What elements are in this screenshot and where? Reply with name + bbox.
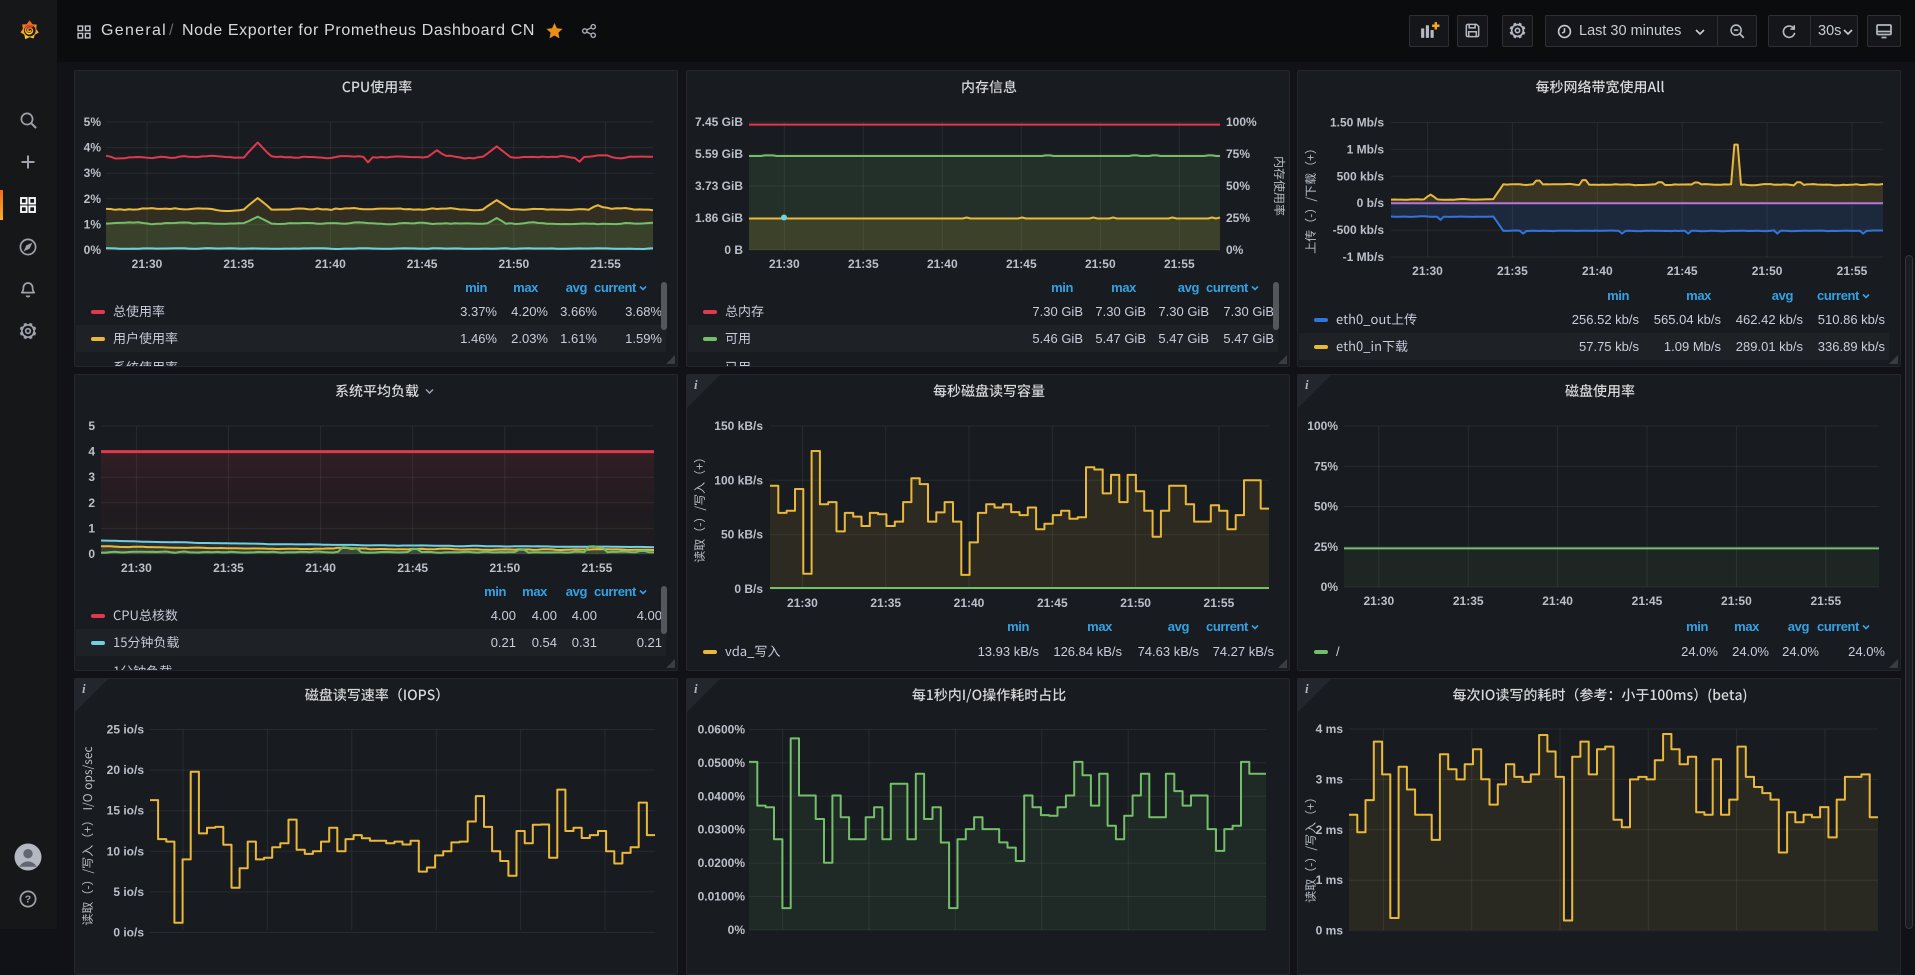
svg-text:21:55: 21:55: [582, 561, 613, 575]
svg-text:0.0300%: 0.0300%: [698, 823, 746, 837]
svg-text:21:40: 21:40: [315, 257, 346, 271]
svg-text:3 ms: 3 ms: [1316, 772, 1344, 786]
svg-text:0 B/s: 0 B/s: [734, 582, 763, 596]
svg-text:0: 0: [88, 547, 95, 561]
svg-text:21:55: 21:55: [1837, 264, 1868, 278]
svg-text:50%: 50%: [1314, 500, 1338, 514]
svg-text:21:50: 21:50: [1721, 594, 1752, 608]
svg-text:0%: 0%: [1321, 580, 1339, 594]
svg-text:21:50: 21:50: [498, 257, 529, 271]
svg-text:21:40: 21:40: [1582, 264, 1613, 278]
svg-text:10 io/s: 10 io/s: [107, 844, 145, 858]
svg-text:21:50: 21:50: [489, 561, 520, 575]
svg-text:21:55: 21:55: [1204, 596, 1235, 610]
svg-text:21:35: 21:35: [870, 596, 901, 610]
svg-text:21:30: 21:30: [787, 596, 818, 610]
svg-text:2 ms: 2 ms: [1316, 823, 1344, 837]
svg-text:21:35: 21:35: [213, 561, 244, 575]
svg-text:0.0600%: 0.0600%: [698, 723, 746, 737]
svg-text:-500 kb/s: -500 kb/s: [1333, 223, 1385, 237]
svg-text:21:45: 21:45: [1632, 594, 1663, 608]
svg-text:0%: 0%: [728, 923, 746, 937]
svg-text:500 kb/s: 500 kb/s: [1337, 169, 1385, 183]
svg-text:100 kB/s: 100 kB/s: [714, 473, 763, 487]
svg-text:5: 5: [88, 419, 95, 433]
svg-text:0.0200%: 0.0200%: [698, 856, 746, 870]
svg-text:1.86 GiB: 1.86 GiB: [695, 211, 743, 225]
svg-text:1%: 1%: [84, 217, 102, 231]
svg-text:21:55: 21:55: [590, 257, 621, 271]
svg-text:25%: 25%: [1314, 540, 1338, 554]
svg-text:4 ms: 4 ms: [1316, 722, 1344, 736]
svg-text:21:30: 21:30: [1363, 594, 1394, 608]
svg-text:0%: 0%: [1226, 243, 1244, 257]
svg-text:21:50: 21:50: [1752, 264, 1783, 278]
svg-text:?: ?: [25, 893, 31, 905]
svg-text:21:55: 21:55: [1164, 257, 1195, 271]
svg-text:100%: 100%: [1226, 115, 1257, 129]
svg-text:3%: 3%: [84, 166, 102, 180]
svg-text:5.59 GiB: 5.59 GiB: [695, 147, 743, 161]
svg-text:100%: 100%: [1307, 419, 1338, 433]
svg-text:0 B: 0 B: [724, 243, 743, 257]
svg-text:21:30: 21:30: [121, 561, 152, 575]
svg-text:3: 3: [88, 470, 95, 484]
svg-text:25 io/s: 25 io/s: [107, 723, 145, 737]
svg-text:0 b/s: 0 b/s: [1357, 196, 1385, 210]
svg-text:4%: 4%: [84, 141, 102, 155]
svg-text:21:45: 21:45: [1667, 264, 1698, 278]
svg-text:21:35: 21:35: [1497, 264, 1528, 278]
svg-text:2: 2: [88, 496, 95, 510]
svg-text:21:40: 21:40: [927, 257, 958, 271]
svg-text:21:40: 21:40: [954, 596, 985, 610]
svg-text:0.0400%: 0.0400%: [698, 789, 746, 803]
svg-text:21:55: 21:55: [1810, 594, 1841, 608]
svg-text:0 ms: 0 ms: [1316, 924, 1344, 938]
svg-text:0.0100%: 0.0100%: [698, 890, 746, 904]
svg-text:0%: 0%: [84, 243, 102, 257]
svg-text:5%: 5%: [84, 115, 102, 129]
svg-text:21:45: 21:45: [1037, 596, 1068, 610]
svg-text:7.45 GiB: 7.45 GiB: [695, 115, 743, 129]
svg-text:-1 Mb/s: -1 Mb/s: [1343, 250, 1385, 264]
svg-text:21:45: 21:45: [407, 257, 438, 271]
svg-text:25%: 25%: [1226, 211, 1250, 225]
svg-text:/: /: [1336, 644, 1340, 659]
svg-text:21:30: 21:30: [132, 257, 163, 271]
svg-text:21:30: 21:30: [769, 257, 800, 271]
svg-text:20 io/s: 20 io/s: [107, 763, 145, 777]
svg-text:21:40: 21:40: [1542, 594, 1573, 608]
svg-text:1.50 Mb/s: 1.50 Mb/s: [1330, 116, 1384, 130]
svg-text:150 kB/s: 150 kB/s: [714, 419, 763, 433]
svg-text:50 kB/s: 50 kB/s: [721, 528, 763, 542]
svg-text:0.0500%: 0.0500%: [698, 756, 746, 770]
svg-text:50%: 50%: [1226, 179, 1250, 193]
svg-text:21:50: 21:50: [1120, 596, 1151, 610]
svg-text:21:30: 21:30: [1412, 264, 1443, 278]
svg-text:2%: 2%: [84, 192, 102, 206]
svg-text:21:35: 21:35: [223, 257, 254, 271]
svg-text:21:35: 21:35: [1453, 594, 1484, 608]
svg-text:5 io/s: 5 io/s: [113, 885, 144, 899]
svg-text:1 Mb/s: 1 Mb/s: [1347, 142, 1385, 156]
svg-text:21:40: 21:40: [305, 561, 336, 575]
svg-text:15 io/s: 15 io/s: [107, 804, 145, 818]
svg-text:1: 1: [88, 521, 95, 535]
svg-text:21:45: 21:45: [397, 561, 428, 575]
svg-text:1 ms: 1 ms: [1316, 873, 1344, 887]
svg-text:4: 4: [88, 445, 95, 459]
svg-text:21:50: 21:50: [1085, 257, 1116, 271]
svg-text:3.73 GiB: 3.73 GiB: [695, 179, 743, 193]
svg-text:75%: 75%: [1314, 459, 1338, 473]
svg-text:75%: 75%: [1226, 147, 1250, 161]
svg-text:0 io/s: 0 io/s: [113, 926, 144, 940]
svg-text:21:45: 21:45: [1006, 257, 1037, 271]
svg-text:21:35: 21:35: [848, 257, 879, 271]
